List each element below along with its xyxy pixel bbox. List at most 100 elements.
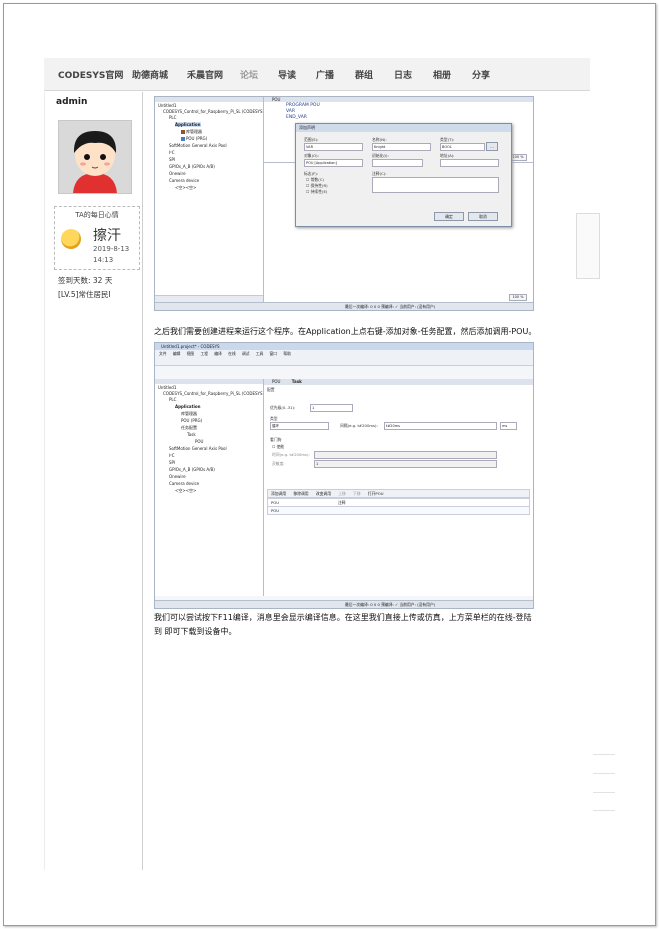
mood-date: 2019-8-13 [93,245,130,253]
tree-item[interactable]: I²C [169,150,175,155]
tree-item[interactable]: SoftMotion General Axis Pool [169,446,227,451]
comment-textarea[interactable] [372,177,499,193]
tree-item[interactable]: SoftMotion General Axis Pool [169,143,227,148]
tree-item[interactable]: 库管理器 [181,129,202,135]
nav-item-share[interactable]: 分享 [472,68,490,81]
tree-item[interactable]: POU (PRG) [181,136,207,141]
move-up-button[interactable]: 上移 [338,491,346,496]
watchdog-enable-checkbox[interactable]: ☐ 使能 [272,444,284,450]
change-call-button[interactable]: 改变调用 [316,491,331,496]
remove-call-button[interactable]: 移除调用 [293,491,308,496]
interval-input[interactable]: t#20ms [384,422,497,430]
wd-time-input[interactable] [314,451,497,459]
tree-item[interactable]: Onewire [169,474,186,479]
nav-item-guide[interactable]: 导读 [278,68,296,81]
tree-item[interactable]: I²C [169,453,175,458]
device-tree-header [155,97,263,102]
priority-input[interactable]: 1 [310,404,353,412]
nav-item-hechen[interactable]: 禾晨官网 [187,68,223,81]
tree-item[interactable]: SPI [169,460,175,465]
table-row[interactable]: POU [267,506,530,515]
menu-debug[interactable]: 调试 [242,351,250,356]
tree-item-application[interactable]: Application [175,404,201,409]
tree-item[interactable]: <空><空> [175,185,196,191]
code-line: PROGRAM POU [286,103,320,108]
tab-task[interactable]: Task [292,379,302,384]
status-bar: 最后一次编译: 0 0 0 预编译: ✓ 当前用户: (没有用户) [155,302,533,310]
type-browse-button[interactable]: … [486,142,498,151]
menu-window[interactable]: 窗口 [270,351,278,356]
add-call-button[interactable]: 添加调用 [271,491,286,496]
nav-item-shop[interactable]: 助德商城 [132,68,168,81]
menu-view[interactable]: 视图 [187,351,195,356]
interval-unit-select[interactable]: ms [500,422,517,430]
tree-item[interactable]: Camera device [169,481,199,486]
type-input[interactable]: BOOL [440,143,485,151]
ok-button[interactable]: 确定 [434,212,464,221]
tree-item[interactable]: 库管理器 [181,411,197,417]
tree-item[interactable]: <空><空> [175,488,196,494]
nav-item-codesys[interactable]: CODESYS官网 [58,68,123,81]
tree-item[interactable]: CODESYS_Control_for_Raspberry_Pi_SL (COD… [163,391,263,396]
content-left-border [44,92,45,870]
zoom-select[interactable]: 100 % [509,294,527,301]
nav-item-album[interactable]: 相册 [433,68,451,81]
tree-item[interactable]: PLC [169,397,176,402]
tree-item-task-config[interactable]: 任务配置 [181,425,197,431]
toolbar[interactable] [155,357,533,366]
editor-tab-pou[interactable]: POU [264,97,533,102]
tree-item[interactable]: GPIOs_A_B (GPIOs A/B) [169,164,215,169]
init-input[interactable] [372,159,423,167]
tree-item[interactable]: CODESYS_Control_for_Raspberry_Pi_SL (COD… [163,109,263,114]
side-float-box[interactable] [576,213,600,279]
menu-edit[interactable]: 编辑 [173,351,181,356]
name-input[interactable]: Knight [372,143,431,151]
menu-project[interactable]: 工程 [200,351,208,356]
open-pou-button[interactable]: 打开POU [368,491,384,496]
flag-label: 常数(C) [310,177,324,182]
tree-item-task[interactable]: Task [187,432,196,437]
wd-time-label: 时间(e.g. t#200ms): [272,452,310,457]
menu-file[interactable]: 文件 [159,351,167,356]
tree-item[interactable]: SPI [169,157,175,162]
tree-item[interactable]: PLC [169,115,176,120]
tree-item-application[interactable]: Application [175,122,201,127]
menu-tools[interactable]: 工具 [256,351,264,356]
nav-item-forum[interactable]: 论坛 [240,68,258,81]
nav-item-blog[interactable]: 日志 [394,68,412,81]
tree-item[interactable]: GPIOs_A_B (GPIOs A/B) [169,467,215,472]
code-line: VAR [286,109,295,114]
scope-select[interactable]: VAR [304,143,363,151]
nav-item-groups[interactable]: 群组 [355,68,373,81]
side-line [593,754,615,755]
tree-item-pou-call[interactable]: POU [195,439,204,444]
avatar[interactable] [58,120,132,194]
flag-persistent[interactable]: ☐ 持续性(E) [306,189,327,195]
tree-item[interactable]: Camera device [169,178,199,183]
col-header-comment: 注释 [338,500,346,505]
author-name[interactable]: admin [56,97,87,107]
menu-online[interactable]: 在线 [228,351,236,356]
address-input[interactable] [440,159,499,167]
device-tree-pane: Untitled1 CODESYS_Control_for_Raspberry_… [155,379,264,596]
tab-configuration[interactable]: 配置 [267,387,275,393]
menu-help[interactable]: 帮助 [283,351,291,356]
priority-label: 优先级(0..31): [270,405,296,410]
menu-build[interactable]: 编译 [214,351,222,356]
side-line [593,810,615,811]
menu-bar: 文件 编辑 视图 工程 编译 在线 调试 工具 窗口 帮助 [155,350,533,357]
tree-item[interactable]: Onewire [169,171,186,176]
type-select[interactable]: 循环 [270,422,329,430]
tab-pou[interactable]: POU [272,379,281,384]
move-down-button[interactable]: 下移 [353,491,361,496]
tree-item[interactable]: Untitled1 [158,385,176,390]
screenshot-declaration: Untitled1 CODESYS_Control_for_Raspberry_… [154,96,534,311]
sensitivity-input[interactable]: 1 [314,460,497,468]
cancel-button[interactable]: 取消 [468,212,498,221]
tree-item[interactable]: Untitled1 [158,103,176,108]
user-level[interactable]: [LV.5]常住居民I [58,289,111,300]
object-select[interactable]: POU [Application] [304,159,363,167]
tree-bottom-tabs[interactable] [155,295,263,302]
nav-item-broadcast[interactable]: 广播 [316,68,334,81]
tree-item[interactable]: POU (PRG) [181,418,202,423]
